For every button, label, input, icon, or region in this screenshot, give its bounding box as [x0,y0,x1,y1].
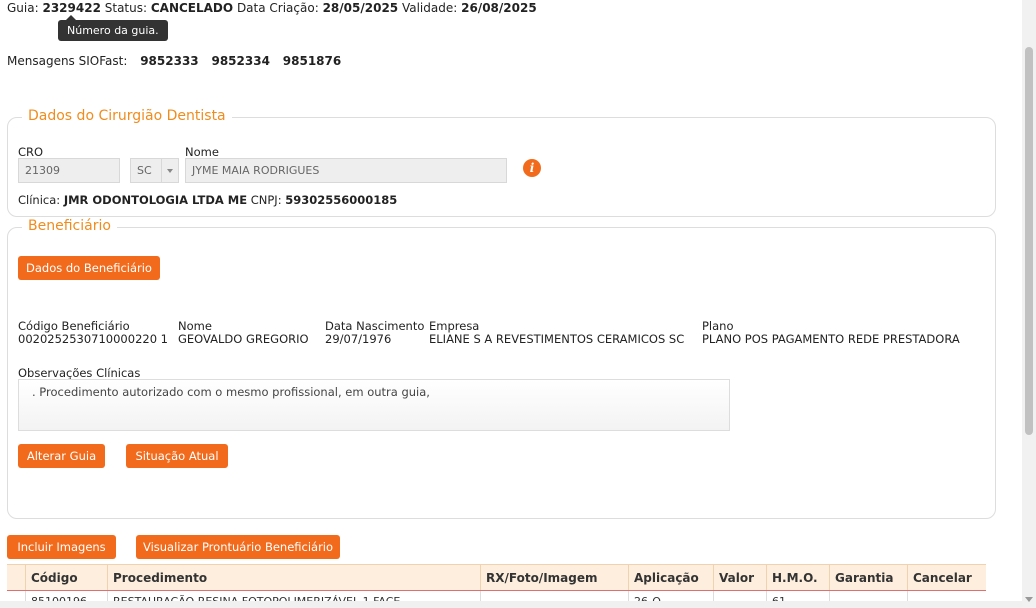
guia-label: Guia: [7,1,39,15]
uf-select[interactable]: SC [130,158,179,183]
clinical-notes-label: Observações Clínicas [18,366,141,380]
plan-value: PLANO POS PAGAMENTO REDE PRESTADORA [702,332,960,346]
beneficiary-plan: Plano PLANO POS PAGAMENTO REDE PRESTADOR… [702,320,960,346]
info-icon[interactable]: i [523,159,541,177]
horizontal-scrollbar[interactable] [0,601,1022,608]
creation-date-value: 28/05/2025 [322,1,399,15]
scrollbar-thumb[interactable] [1025,47,1033,435]
current-status-button[interactable]: Situação Atual [126,444,228,468]
cnpj-value: 59302556000185 [285,193,398,207]
guia-tooltip: Número da guia. [58,15,168,41]
status-label: Status: [104,1,148,15]
beneficiary-code-value: 0020252530710000220 1 [18,332,168,346]
col-header-procedimento[interactable]: Procedimento [107,565,480,591]
dentist-name-field[interactable]: JYME MAIA RODRIGUES [185,158,507,183]
creation-date-label: Data Criação: [236,1,319,15]
col-header-garantia[interactable]: Garantia [829,565,907,591]
clinical-notes-textarea[interactable]: . Procedimento autorizado com o mesmo pr… [18,379,730,431]
dentist-name-label: Nome [185,145,219,159]
siofast-message[interactable]: 9852333 [140,54,198,68]
alter-guide-button[interactable]: Alterar Guia [18,444,105,468]
cro-field[interactable]: 21309 [18,158,120,183]
company-value: ELIANE S A REVESTIMENTOS CERAMICOS SC [429,332,685,346]
beneficiary-data-button[interactable]: Dados do Beneficiário [18,256,160,280]
beneficiary-name-value: GEOVALDO GREGORIO [178,332,309,346]
col-header-hmo[interactable]: H.M.O. [766,565,829,591]
vertical-scrollbar[interactable] [1022,0,1036,608]
guide-header: Guia: 2329422 Status: CANCELADO Data Cri… [7,1,537,15]
validity-value: 26/08/2025 [461,1,537,15]
beneficiary-name: Nome GEOVALDO GREGORIO [178,320,309,346]
validity-label: Validade: [401,1,458,15]
siofast-messages: Mensagens SIOFast: 9852333 9852334 98518… [7,54,341,68]
dentist-legend: Dados do Cirurgião Dentista [22,108,232,124]
scroll-down-arrow-icon[interactable] [1025,597,1033,602]
include-images-button[interactable]: Incluir Imagens [7,535,116,559]
siofast-message[interactable]: 9851876 [283,54,341,68]
cnpj-label: CNPJ: [250,193,282,207]
clinic-info: Clínica: JMR ODONTOLOGIA LTDA ME CNPJ: 5… [18,193,397,207]
col-header-valor[interactable]: Valor [713,565,766,591]
beneficiary-birthdate: Data Nascimento 29/07/1976 [325,320,424,346]
col-header-rx[interactable]: RX/Foto/Imagem [480,565,628,591]
beneficiary-company: Empresa ELIANE S A REVESTIMENTOS CERAMIC… [429,320,684,346]
clinic-name: JMR ODONTOLOGIA LTDA ME [63,193,248,207]
guia-number[interactable]: 2329422 [42,1,100,15]
clinic-label: Clínica: [18,193,61,207]
col-header-cancelar[interactable]: Cancelar [907,565,986,591]
col-header-aplicacao[interactable]: Aplicação [628,565,713,591]
chevron-down-icon [161,159,178,182]
cro-label: CRO [18,145,44,159]
col-header-codigo[interactable]: Código [25,565,107,591]
status-value: CANCELADO [150,1,234,15]
uf-select-value: SC [137,164,152,177]
birthdate-value: 29/07/1976 [325,332,392,346]
beneficiary-legend: Beneficiário [22,218,117,234]
siofast-label: Mensagens SIOFast: [7,54,128,68]
procedures-table-header: Código Procedimento RX/Foto/Imagem Aplic… [7,564,986,591]
view-record-button[interactable]: Visualizar Prontuário Beneficiário [136,535,340,559]
siofast-message[interactable]: 9852334 [211,54,269,68]
beneficiary-code: Código Beneficiário 0020252530710000220 … [18,320,168,346]
